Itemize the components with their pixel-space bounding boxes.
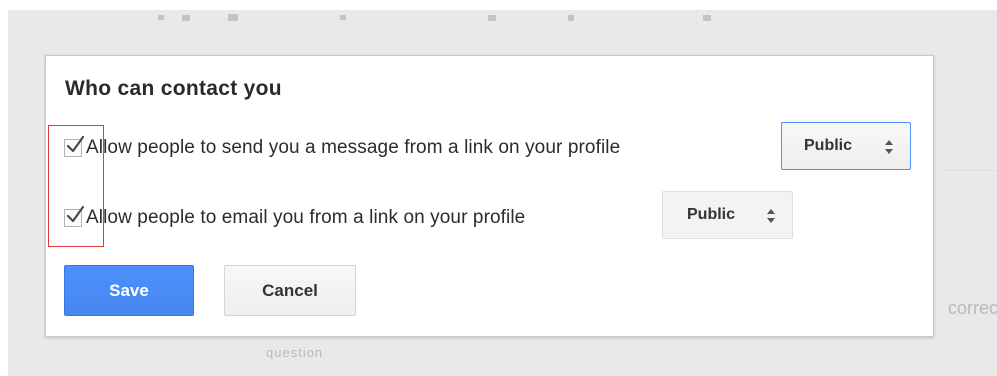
obscured-text-shapes xyxy=(158,14,711,21)
email-visibility-value: Public xyxy=(687,206,736,223)
background-text-obscured xyxy=(158,12,758,30)
message-checkbox[interactable] xyxy=(64,135,84,157)
message-visibility-select[interactable]: Public xyxy=(781,122,911,170)
updown-arrows-icon xyxy=(885,140,893,154)
dialog-title: Who can contact you xyxy=(65,77,282,100)
option-row-message: Allow people to send you a message from … xyxy=(64,122,620,174)
message-visibility-value: Public xyxy=(804,137,853,154)
contact-settings-dialog: Who can contact you Allow people to send… xyxy=(45,55,934,337)
background-text-fragment: correc xyxy=(948,298,997,318)
email-checkbox[interactable] xyxy=(64,205,84,227)
email-visibility-select[interactable]: Public xyxy=(662,191,793,239)
updown-arrows-icon xyxy=(767,209,775,223)
email-option-label: Allow people to email you from a link on… xyxy=(86,207,526,228)
message-option-label: Allow people to send you a message from … xyxy=(86,137,621,158)
check-icon xyxy=(66,205,84,223)
option-row-email: Allow people to email you from a link on… xyxy=(64,192,525,244)
save-button[interactable]: Save xyxy=(64,265,194,316)
background-divider xyxy=(943,170,997,171)
background-text-fragment-bottom: question xyxy=(266,345,324,360)
check-icon xyxy=(66,135,84,153)
cancel-button[interactable]: Cancel xyxy=(224,265,356,316)
